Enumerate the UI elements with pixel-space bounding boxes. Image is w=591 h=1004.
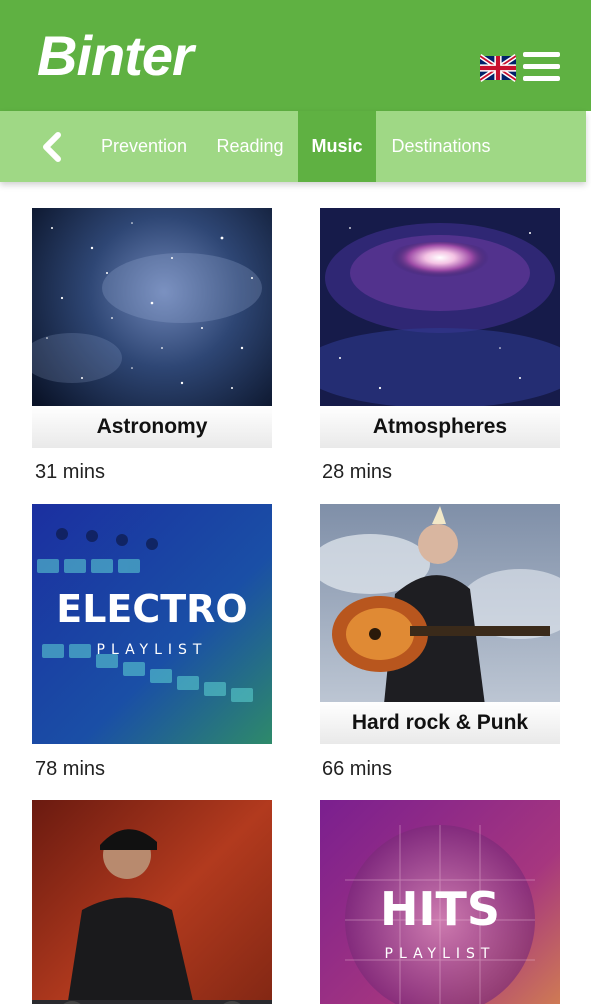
hard-rock-cover-image [320,504,560,702]
electro-cover-subtext: PLAYLIST [97,642,208,658]
hits-cover-subtext: PLAYLIST [385,946,496,962]
playlist-duration: 31 mins [35,461,106,483]
chevron-left-icon[interactable] [38,131,68,163]
hits-cover-image: HITS PLAYLIST [320,800,560,1004]
playlist-card-dj[interactable] [32,800,272,1004]
tab-prevention[interactable]: Prevention [89,111,199,182]
playlist-title: Astronomy [32,406,272,448]
playlist-card-hits[interactable]: HITS PLAYLIST [320,800,560,1004]
tab-music[interactable]: Music [298,111,376,182]
playlist-duration: 78 mins [35,758,106,780]
playlist-title: Hard rock & Punk [320,702,560,744]
playlist-card-hard-rock-punk[interactable]: Hard rock & Punk [320,504,560,744]
playlist-card-astronomy[interactable]: Astronomy [32,208,272,448]
category-tabs: Prevention Reading Music Destinations [0,111,586,182]
hits-cover-text: HITS [380,882,500,936]
hamburger-menu-icon[interactable] [523,52,560,82]
binter-logo[interactable]: Binter [37,28,194,84]
playlist-duration: 66 mins [322,758,393,780]
playlist-card-electro[interactable]: ELECTRO PLAYLIST [32,504,272,744]
tab-reading[interactable]: Reading [205,111,295,182]
uk-flag-icon[interactable] [480,54,516,82]
dj-cover-image [32,800,272,1004]
tab-destinations[interactable]: Destinations [381,111,501,182]
playlist-title: Atmospheres [320,406,560,448]
astronomy-cover-image [32,208,272,406]
playlist-card-atmospheres[interactable]: Atmospheres [320,208,560,448]
electro-cover-image: ELECTRO PLAYLIST [32,504,272,744]
playlist-duration: 28 mins [322,461,393,483]
electro-cover-text: ELECTRO [56,587,248,631]
app-header: Binter [0,0,591,111]
atmospheres-cover-image [320,208,560,406]
